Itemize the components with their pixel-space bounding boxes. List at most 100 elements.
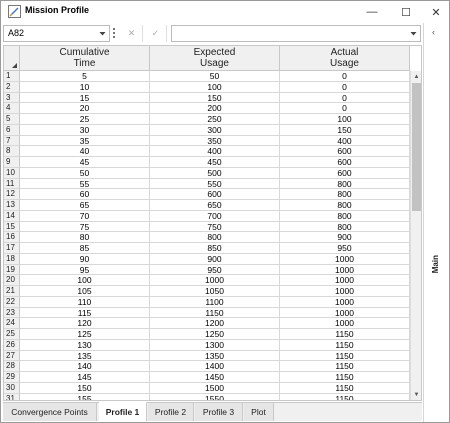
cell-actual-usage[interactable]: 1150 [280, 339, 410, 351]
close-button[interactable]: ✕ [422, 1, 450, 23]
column-header-cumulative-time[interactable]: Cumulative Time [20, 46, 150, 71]
cell-cumulative-time[interactable]: 50 [20, 167, 150, 179]
scrollbar-thumb[interactable] [412, 83, 421, 211]
row-number[interactable]: 28 [4, 361, 20, 372]
row-number[interactable]: 4 [4, 103, 20, 114]
row-number[interactable]: 21 [4, 286, 20, 297]
cell-actual-usage[interactable]: 1150 [280, 329, 410, 340]
cell-expected-usage[interactable]: 1400 [150, 361, 280, 372]
cell-cumulative-time[interactable]: 125 [20, 329, 150, 340]
cell-expected-usage[interactable]: 450 [150, 157, 280, 168]
row-number[interactable]: 11 [4, 178, 20, 190]
cell-cumulative-time[interactable]: 20 [20, 103, 150, 114]
cell-expected-usage[interactable]: 950 [150, 264, 280, 276]
cell-expected-usage[interactable]: 550 [150, 178, 280, 190]
cell-actual-usage[interactable]: 800 [280, 189, 410, 200]
dropdown-arrow-icon[interactable] [410, 30, 417, 37]
formula-input[interactable] [171, 25, 421, 42]
column-header-actual-usage[interactable]: Actual Usage [280, 46, 410, 71]
cell-actual-usage[interactable]: 1000 [280, 307, 410, 319]
cell-cumulative-time[interactable]: 65 [20, 200, 150, 211]
row-number[interactable]: 15 [4, 221, 20, 233]
cell-actual-usage[interactable]: 950 [280, 243, 410, 254]
cell-expected-usage[interactable]: 100 [150, 81, 280, 93]
cell-expected-usage[interactable]: 700 [150, 210, 280, 222]
row-number[interactable]: 23 [4, 307, 20, 319]
cell-actual-usage[interactable]: 0 [280, 92, 410, 104]
cell-expected-usage[interactable]: 200 [150, 103, 280, 114]
cell-cumulative-time[interactable]: 90 [20, 253, 150, 265]
cell-expected-usage[interactable]: 750 [150, 221, 280, 233]
cell-actual-usage[interactable]: 1000 [280, 275, 410, 286]
cell-cumulative-time[interactable]: 10 [20, 81, 150, 93]
cell-cumulative-time[interactable]: 140 [20, 361, 150, 372]
cell-cumulative-time[interactable]: 110 [20, 296, 150, 308]
cell-cumulative-time[interactable]: 5 [20, 71, 150, 82]
tab-profile-1[interactable]: Profile 1 [99, 402, 147, 421]
dropdown-arrow-icon[interactable] [99, 30, 106, 37]
cell-expected-usage[interactable]: 150 [150, 92, 280, 104]
row-number[interactable]: 6 [4, 124, 20, 136]
column-header-expected-usage[interactable]: Expected Usage [150, 46, 280, 71]
cell-expected-usage[interactable]: 850 [150, 243, 280, 254]
row-number[interactable]: 16 [4, 232, 20, 243]
cell-cumulative-time[interactable]: 35 [20, 135, 150, 147]
cell-expected-usage[interactable]: 1500 [150, 382, 280, 394]
cell-actual-usage[interactable]: 600 [280, 167, 410, 179]
cell-expected-usage[interactable]: 650 [150, 200, 280, 211]
cell-actual-usage[interactable]: 800 [280, 221, 410, 233]
cell-expected-usage[interactable]: 1550 [150, 393, 280, 400]
cell-cumulative-time[interactable]: 85 [20, 243, 150, 254]
row-number[interactable]: 12 [4, 189, 20, 200]
cell-cumulative-time[interactable]: 15 [20, 92, 150, 104]
side-panel-label[interactable]: Main [431, 255, 443, 273]
cell-cumulative-time[interactable]: 25 [20, 114, 150, 125]
scroll-down-icon[interactable]: ▼ [411, 389, 421, 400]
cell-cumulative-time[interactable]: 120 [20, 318, 150, 329]
cell-actual-usage[interactable]: 100 [280, 114, 410, 125]
grip-icon[interactable] [113, 28, 116, 39]
row-number[interactable]: 22 [4, 296, 20, 308]
cell-actual-usage[interactable]: 900 [280, 232, 410, 243]
cell-actual-usage[interactable]: 1150 [280, 372, 410, 383]
row-number[interactable]: 19 [4, 264, 20, 276]
cell-expected-usage[interactable]: 1300 [150, 339, 280, 351]
scroll-up-icon[interactable]: ▲ [411, 71, 421, 83]
row-number[interactable]: 26 [4, 339, 20, 351]
cell-actual-usage[interactable]: 1000 [280, 286, 410, 297]
row-number[interactable]: 9 [4, 157, 20, 168]
cell-actual-usage[interactable]: 400 [280, 135, 410, 147]
cell-cumulative-time[interactable]: 60 [20, 189, 150, 200]
row-number[interactable]: 10 [4, 167, 20, 179]
row-number[interactable]: 8 [4, 146, 20, 157]
row-number[interactable]: 7 [4, 135, 20, 147]
row-number[interactable]: 27 [4, 350, 20, 362]
cell-actual-usage[interactable]: 600 [280, 146, 410, 157]
row-number[interactable]: 25 [4, 329, 20, 340]
row-number[interactable]: 14 [4, 210, 20, 222]
collapse-arrow-icon[interactable]: ‹ [432, 27, 435, 37]
cell-cumulative-time[interactable]: 155 [20, 393, 150, 400]
cell-actual-usage[interactable]: 600 [280, 157, 410, 168]
minimize-button[interactable]: — [358, 1, 386, 23]
cell-cumulative-time[interactable]: 55 [20, 178, 150, 190]
cell-expected-usage[interactable]: 900 [150, 253, 280, 265]
cell-expected-usage[interactable]: 600 [150, 189, 280, 200]
cell-actual-usage[interactable]: 1000 [280, 264, 410, 276]
cell-actual-usage[interactable]: 0 [280, 71, 410, 82]
cell-actual-usage[interactable]: 1000 [280, 296, 410, 308]
cell-expected-usage[interactable]: 800 [150, 232, 280, 243]
cell-expected-usage[interactable]: 1100 [150, 296, 280, 308]
select-all-corner[interactable] [4, 46, 20, 71]
cell-cumulative-time[interactable]: 75 [20, 221, 150, 233]
row-number[interactable]: 24 [4, 318, 20, 329]
cell-expected-usage[interactable]: 1350 [150, 350, 280, 362]
cell-cumulative-time[interactable]: 70 [20, 210, 150, 222]
cell-expected-usage[interactable]: 1200 [150, 318, 280, 329]
cell-actual-usage[interactable]: 1150 [280, 361, 410, 372]
cancel-edit-button[interactable]: ✕ [121, 25, 143, 42]
row-number[interactable]: 30 [4, 382, 20, 394]
cell-cumulative-time[interactable]: 150 [20, 382, 150, 394]
tab-convergence-points[interactable]: Convergence Points [3, 403, 97, 421]
tab-profile-3[interactable]: Profile 3 [195, 403, 243, 421]
